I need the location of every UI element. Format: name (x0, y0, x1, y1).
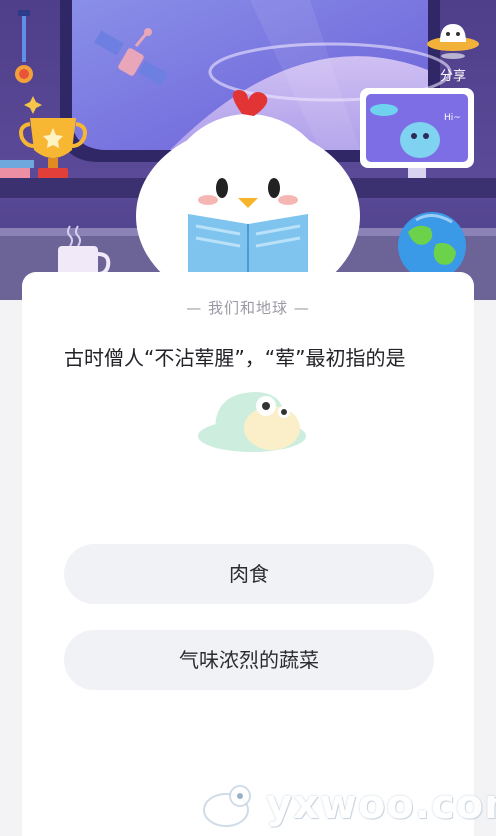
answer-option-1[interactable]: 肉食 (64, 544, 434, 604)
quiz-screen: Hi~ 分享 — 我们和地球 — 古时僧人“不沾荤腥”，“荤”最初指的是 肉食 … (0, 0, 496, 836)
answer-option-2[interactable]: 气味浓烈的蔬菜 (64, 630, 434, 690)
watermark-logo-icon (203, 785, 251, 827)
svg-text:Hi~: Hi~ (444, 113, 461, 123)
question-text: 古时僧人“不沾荤腥”，“荤”最初指的是 (64, 346, 406, 370)
medal-icon (15, 10, 33, 83)
share-label: 分享 (439, 69, 466, 84)
header-illustration: Hi~ 分享 (0, 0, 496, 300)
ufo-share-icon (427, 24, 479, 59)
book-stack (0, 160, 34, 168)
category-subtitle: — 我们和地球 — (186, 299, 310, 317)
site-watermark: yxwoo.com (200, 780, 496, 830)
watermark-text: yxwoo.com (266, 782, 496, 828)
chicken-mascot (136, 90, 360, 286)
share-button[interactable]: 分享 (424, 18, 482, 84)
snail-decoration-icon (198, 392, 306, 452)
comb-icon (232, 90, 268, 116)
sparkle-icon (24, 96, 42, 114)
